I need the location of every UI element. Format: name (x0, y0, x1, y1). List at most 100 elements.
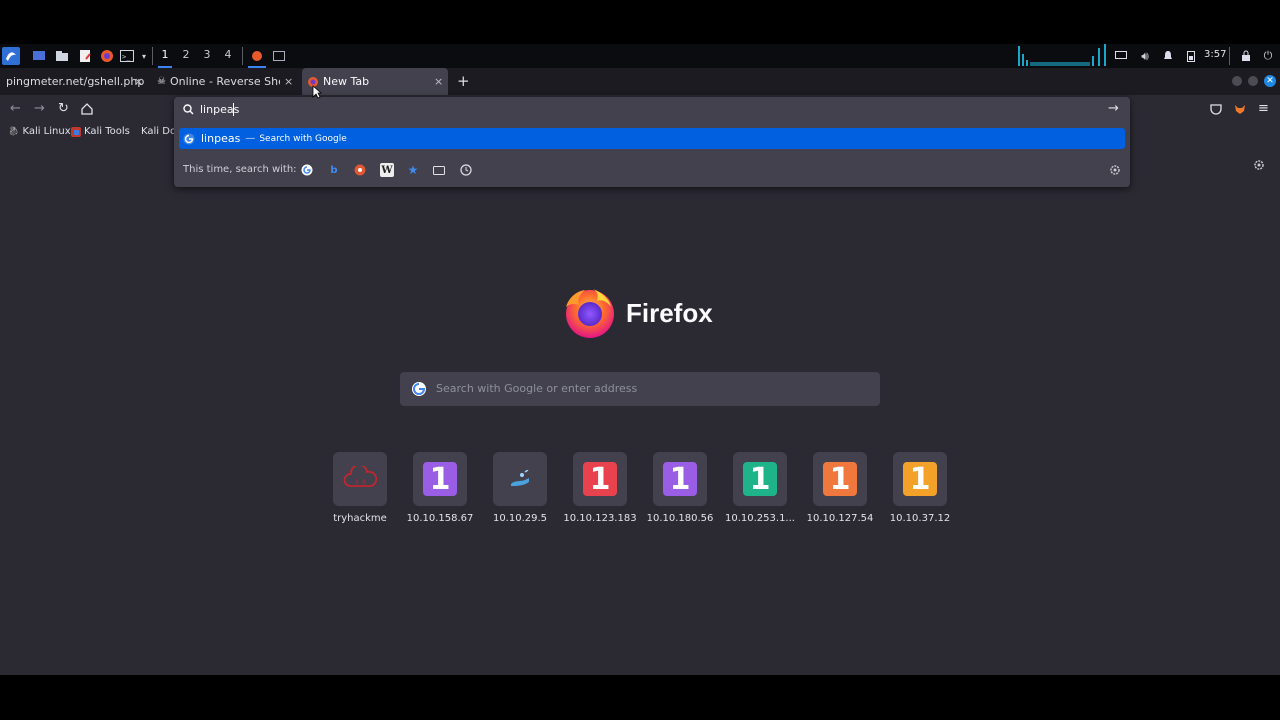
one-icon: 1 (423, 462, 457, 497)
tabs-icon[interactable] (432, 163, 446, 177)
top-site-label: 10.10.37.12 (889, 513, 951, 524)
top-site-tile: 1 0 (333, 452, 387, 506)
firefox-logo-icon (566, 289, 614, 338)
top-site-label: 10.10.29.5 (492, 513, 548, 524)
mouse-cursor-icon (312, 85, 322, 99)
file-manager-icon[interactable] (53, 47, 71, 65)
workspace-2[interactable]: 2 (179, 48, 193, 61)
tab-title: New Tab (323, 75, 370, 88)
tab-strip: pingmeter.net/gshell.php × ☠ Online - Re… (0, 68, 1280, 95)
top-site-10-10-37-12[interactable]: 1 10.10.37.12 (880, 452, 960, 524)
one-icon: 1 (663, 462, 697, 497)
reload-icon[interactable]: ↻ (58, 101, 69, 116)
top-site-label: 10.10.180.56 (646, 513, 714, 524)
top-site-10-10-123-183[interactable]: 1 10.10.123.183 (560, 452, 640, 524)
battery-icon[interactable] (1182, 47, 1200, 65)
minimize-button[interactable] (1232, 76, 1242, 86)
text-caret (233, 103, 234, 116)
top-site-label: 10.10.127.54 (806, 513, 874, 524)
extension-fox-icon[interactable] (1234, 103, 1246, 115)
bookmark-kali-docs[interactable]: Kali Do (138, 126, 174, 137)
one-icon: 1 (903, 462, 937, 497)
pocket-icon[interactable] (1210, 103, 1222, 115)
history-icon[interactable] (459, 163, 473, 177)
top-site-tryhackme[interactable]: 1 0 tryhackme (320, 452, 400, 524)
window-close-button[interactable]: ✕ (1264, 75, 1276, 87)
settings-gear-icon[interactable] (1253, 159, 1265, 171)
firefox-wordmark: Firefox (626, 298, 713, 328)
kali-tools-icon (71, 126, 81, 137)
suggestion-separator: — (245, 133, 256, 144)
back-icon[interactable]: ← (10, 101, 21, 116)
maximize-button[interactable] (1248, 76, 1258, 86)
search-suggestion-row[interactable]: linpeas — Search with Google (179, 128, 1125, 149)
wikipedia-icon[interactable]: W (380, 163, 394, 177)
suggestion-action: Search with Google (259, 133, 347, 144)
tab-new-tab[interactable]: New Tab × (302, 68, 448, 95)
top-site-10-10-158-67[interactable]: 1 10.10.158.67 (400, 452, 480, 524)
skull-icon: ☠ (157, 76, 166, 87)
lock-icon[interactable] (1237, 47, 1255, 65)
close-icon[interactable]: × (434, 75, 443, 88)
duckduckgo-icon[interactable] (353, 163, 367, 177)
firefox-window-icon[interactable] (248, 47, 266, 65)
bookmarks-icon[interactable]: ★ (406, 163, 420, 177)
clock[interactable]: 3:57 (1204, 49, 1226, 60)
tab-reverse-shell[interactable]: ☠ Online - Reverse Shell Ge × (150, 68, 300, 95)
kali-dragon-icon: 🐉︎ (8, 126, 20, 137)
hand-icon (511, 470, 529, 486)
kali-menu-icon[interactable] (2, 47, 20, 65)
power-icon[interactable]: ⏻︎ (1259, 47, 1277, 65)
newtab-search-box[interactable]: Search with Google or enter address (400, 372, 880, 406)
firefox-launcher-icon[interactable] (98, 47, 116, 65)
search-placeholder: Search with Google or enter address (436, 382, 638, 395)
separator (242, 47, 243, 65)
separator (1229, 47, 1230, 65)
hamburger-menu-icon[interactable]: ≡ (1258, 101, 1269, 116)
top-site-10-10-29-5[interactable]: 10.10.29.5 (480, 452, 560, 524)
workspace-1[interactable]: 1 (158, 48, 172, 61)
workspace-3[interactable]: 3 (200, 48, 214, 61)
top-site-tile (493, 452, 547, 506)
bookmark-kali-tools[interactable]: Kali Tools (71, 126, 130, 137)
svg-text:>_: >_ (122, 53, 131, 61)
notification-bell-icon[interactable] (1159, 47, 1177, 65)
new-tab-button[interactable]: + (457, 72, 470, 90)
workspace-4[interactable]: 4 (221, 48, 235, 61)
one-icon: 1 (743, 462, 777, 497)
address-bar[interactable]: linpeas → (174, 97, 1130, 123)
display-icon[interactable] (1112, 47, 1130, 65)
top-site-label: 10.10.253.1... (725, 513, 795, 524)
google-icon[interactable] (300, 163, 314, 177)
one-off-label: This time, search with: (183, 164, 297, 175)
top-site-tile: 1 (413, 452, 467, 506)
suggestion-query: linpeas (201, 132, 241, 145)
top-site-label: 10.10.158.67 (406, 513, 474, 524)
desktop-icon[interactable] (30, 47, 48, 65)
close-icon[interactable]: × (134, 75, 143, 88)
search-settings-gear-icon[interactable] (1109, 164, 1121, 176)
chevron-down-icon[interactable]: ▾ (135, 47, 153, 65)
top-site-10-10-180-56[interactable]: 1 10.10.180.56 (640, 452, 720, 524)
tab-gshell[interactable]: pingmeter.net/gshell.php × (0, 68, 148, 95)
search-icon (183, 104, 194, 115)
window-icon[interactable] (270, 47, 288, 65)
urlbar-dropdown: linpeas → linpeas — Search with Google T… (174, 97, 1130, 187)
bookmark-kali-linux[interactable]: 🐉︎ Kali Linux (8, 126, 71, 137)
close-icon[interactable]: × (284, 75, 293, 88)
volume-icon[interactable]: 🔊︎ (1136, 47, 1154, 65)
top-site-10-10-253-1[interactable]: 1 10.10.253.1... (720, 452, 800, 524)
go-arrow-icon[interactable]: → (1108, 101, 1119, 116)
bookmark-label: Kali Linux (22, 126, 71, 137)
separator (152, 47, 153, 65)
tab-title: pingmeter.net/gshell.php (6, 75, 145, 88)
text-editor-icon[interactable] (76, 47, 94, 65)
bing-icon[interactable]: b (327, 163, 341, 177)
terminal-icon[interactable]: >_ (118, 47, 136, 65)
top-site-tile: 1 (653, 452, 707, 506)
forward-icon[interactable]: → (34, 101, 45, 116)
top-site-10-10-127-54[interactable]: 1 10.10.127.54 (800, 452, 880, 524)
tryhackme-icon: 1 0 (343, 466, 377, 487)
top-site-tile: 1 (733, 452, 787, 506)
home-icon[interactable] (81, 103, 93, 115)
